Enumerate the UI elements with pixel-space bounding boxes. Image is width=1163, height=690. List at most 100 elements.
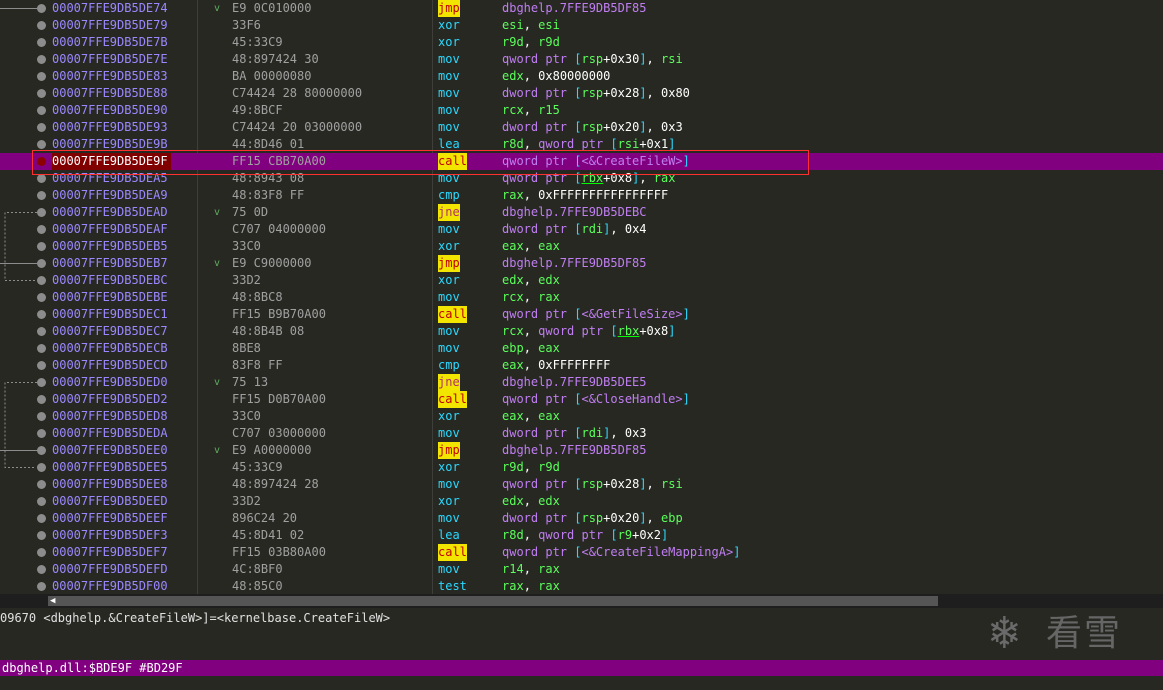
mnemonic: xor (438, 409, 460, 423)
instruction-row[interactable]: 00007FFE9DB5DE74 v E9 0C010000 jmp dbghelp.7… (0, 0, 1163, 17)
breakpoint-slot-icon[interactable] (37, 446, 46, 455)
instruction-row[interactable]: 00007FFE9DB5DE90 49:8BCF mov rcx, r15 (0, 102, 1163, 119)
breakpoint-slot-icon[interactable] (37, 310, 46, 319)
instruction-row[interactable]: 00007FFE9DB5DECD 83F8 FF cmp eax, 0xFFFFFFF… (0, 357, 1163, 374)
breakpoint-icon[interactable] (37, 157, 46, 166)
instruction-row[interactable]: 00007FFE9DB5DEBE 48:8BC8 mov rcx, rax (0, 289, 1163, 306)
breakpoint-slot-icon[interactable] (37, 361, 46, 370)
breakpoint-slot-icon[interactable] (37, 123, 46, 132)
breakpoint-slot-icon[interactable] (37, 531, 46, 540)
instruction-row[interactable]: 00007FFE9DB5DEE5 45:33C9 xor r9d, r9d (0, 459, 1163, 476)
breakpoint-slot-icon[interactable] (37, 548, 46, 557)
operands: dword ptr [rdi], 0x3 (502, 426, 647, 440)
breakpoint-slot-icon[interactable] (37, 106, 46, 115)
breakpoint-slot-icon[interactable] (37, 378, 46, 387)
instruction-row[interactable]: 00007FFE9DB5DE9F FF15 CBB70A00 call qword p… (0, 153, 1163, 170)
breakpoint-slot-icon[interactable] (37, 395, 46, 404)
mnemonic: jne (438, 374, 460, 391)
breakpoint-slot-icon[interactable] (37, 38, 46, 47)
operands: eax, eax (502, 409, 560, 423)
mnemonic: jmp (438, 442, 460, 459)
instruction-row[interactable]: 00007FFE9DB5DE79 33F6 xor esi, esi (0, 17, 1163, 34)
breakpoint-slot-icon[interactable] (37, 565, 46, 574)
disassembly-view[interactable]: 00007FFE9DB5DE74 v E9 0C010000 jmp dbghelp.7… (0, 0, 1163, 594)
operands: eax, eax (502, 239, 560, 253)
mnemonic: jmp (438, 0, 460, 17)
instruction-row[interactable]: 00007FFE9DB5DEAF C707 04000000 mov dword pt… (0, 221, 1163, 238)
instruction-row[interactable]: 00007FFE9DB5DE83 BA 00000080 mov edx, 0x800… (0, 68, 1163, 85)
breakpoint-slot-icon[interactable] (37, 497, 46, 506)
operands: esi, esi (502, 18, 560, 32)
instruction-row[interactable]: 00007FFE9DB5DECB 8BE8 mov ebp, eax (0, 340, 1163, 357)
instruction-row[interactable]: 00007FFE9DB5DEF7 FF15 03B80A00 call qword p… (0, 544, 1163, 561)
breakpoint-slot-icon[interactable] (37, 242, 46, 251)
breakpoint-slot-icon[interactable] (37, 21, 46, 30)
opcode-bytes: 49:8BCF (232, 103, 283, 117)
instruction-row[interactable]: 00007FFE9DB5DEDA C707 03000000 mov dword pt… (0, 425, 1163, 442)
instruction-row[interactable]: 00007FFE9DB5DEED 33D2 xor edx, edx (0, 493, 1163, 510)
instruction-row[interactable]: 00007FFE9DB5DEFD 4C:8BF0 mov r14, rax (0, 561, 1163, 578)
address: 00007FFE9DB5DEAD (52, 205, 168, 219)
breakpoint-slot-icon[interactable] (37, 327, 46, 336)
breakpoint-slot-icon[interactable] (37, 55, 46, 64)
address: 00007FFE9DB5DED2 (52, 392, 168, 406)
breakpoint-slot-icon[interactable] (37, 174, 46, 183)
breakpoint-slot-icon[interactable] (37, 412, 46, 421)
breakpoint-slot-icon[interactable] (37, 191, 46, 200)
breakpoint-slot-icon[interactable] (37, 72, 46, 81)
instruction-row[interactable]: 00007FFE9DB5DEEF 896C24 20 mov dword ptr [r… (0, 510, 1163, 527)
opcode-bytes: 83F8 FF (232, 358, 283, 372)
instruction-row[interactable]: 00007FFE9DB5DEF3 45:8D41 02 lea r8d, qword … (0, 527, 1163, 544)
breakpoint-slot-icon[interactable] (37, 429, 46, 438)
breakpoint-slot-icon[interactable] (37, 480, 46, 489)
scrollbar-thumb[interactable] (48, 596, 938, 606)
breakpoint-slot-icon[interactable] (37, 463, 46, 472)
instruction-row[interactable]: 00007FFE9DB5DE7B 45:33C9 xor r9d, r9d (0, 34, 1163, 51)
breakpoint-slot-icon[interactable] (37, 89, 46, 98)
breakpoint-slot-icon[interactable] (37, 259, 46, 268)
breakpoint-slot-icon[interactable] (37, 225, 46, 234)
mnemonic: mov (438, 103, 460, 117)
operands: dbghelp.7FFE9DB5DF85 (502, 1, 647, 15)
opcode-bytes: 48:85C0 (232, 579, 283, 593)
breakpoint-slot-icon[interactable] (37, 582, 46, 591)
address: 00007FFE9DB5DE88 (52, 86, 168, 100)
address: 00007FFE9DB5DEFD (52, 562, 168, 576)
instruction-row[interactable]: 00007FFE9DB5DEE8 48:897424 28 mov qword ptr… (0, 476, 1163, 493)
instruction-row[interactable]: 00007FFE9DB5DE7E 48:897424 30 mov qword ptr… (0, 51, 1163, 68)
instruction-row[interactable]: 00007FFE9DB5DED0 v 75 13 jne dbghelp.7FFE9DB… (0, 374, 1163, 391)
operands: qword ptr [rsp+0x28], rsi (502, 477, 683, 491)
instruction-row[interactable]: 00007FFE9DB5DE88 C74424 28 80000000 mov dwo… (0, 85, 1163, 102)
breakpoint-slot-icon[interactable] (37, 276, 46, 285)
mnemonic: xor (438, 273, 460, 287)
instruction-row[interactable]: 00007FFE9DB5DED2 FF15 D0B70A00 call qword p… (0, 391, 1163, 408)
instruction-row[interactable]: 00007FFE9DB5DEE0 v E9 A0000000 jmp dbghelp.7… (0, 442, 1163, 459)
breakpoint-slot-icon[interactable] (37, 293, 46, 302)
breakpoint-slot-icon[interactable] (37, 514, 46, 523)
breakpoint-slot-icon[interactable] (37, 344, 46, 353)
instruction-row[interactable]: 00007FFE9DB5DEB7 v E9 C9000000 jmp dbghelp.7… (0, 255, 1163, 272)
instruction-row[interactable]: 00007FFE9DB5DF00 48:85C0 test rax, rax (0, 578, 1163, 594)
scroll-left-icon[interactable]: ◀ (50, 594, 55, 608)
status-text: dbghelp.dll:$BDE9F #BD29F (2, 661, 183, 675)
address: 00007FFE9DB5DEA5 (52, 171, 168, 185)
instruction-row[interactable]: 00007FFE9DB5DE93 C74424 20 03000000 mov dwo… (0, 119, 1163, 136)
address: 00007FFE9DB5DE74 (52, 1, 168, 15)
address: 00007FFE9DB5DEF7 (52, 545, 168, 559)
instruction-row[interactable]: 00007FFE9DB5DED8 33C0 xor eax, eax (0, 408, 1163, 425)
address: 00007FFE9DB5DE7E (52, 52, 168, 66)
instruction-row[interactable]: 00007FFE9DB5DEA5 48:8943 08 mov qword ptr [… (0, 170, 1163, 187)
instruction-row[interactable]: 00007FFE9DB5DEB5 33C0 xor eax, eax (0, 238, 1163, 255)
breakpoint-slot-icon[interactable] (37, 4, 46, 13)
horizontal-scrollbar[interactable]: ◀ (0, 594, 1163, 608)
breakpoint-slot-icon[interactable] (37, 140, 46, 149)
operands: dbghelp.7FFE9DB5DF85 (502, 443, 647, 457)
instruction-row[interactable]: 00007FFE9DB5DEA9 48:83F8 FF cmp rax, 0xFFFF… (0, 187, 1163, 204)
instruction-row[interactable]: 00007FFE9DB5DEBC 33D2 xor edx, edx (0, 272, 1163, 289)
breakpoint-slot-icon[interactable] (37, 208, 46, 217)
instruction-row[interactable]: 00007FFE9DB5DEAD v 75 0D jne dbghelp.7FFE9DB… (0, 204, 1163, 221)
operands: qword ptr [<&CreateFileMappingA>] (502, 545, 741, 559)
instruction-row[interactable]: 00007FFE9DB5DE9B 44:8D46 01 lea r8d, qword … (0, 136, 1163, 153)
instruction-row[interactable]: 00007FFE9DB5DEC7 48:8B4B 08 mov rcx, qword … (0, 323, 1163, 340)
instruction-row[interactable]: 00007FFE9DB5DEC1 FF15 B9B70A00 call qword p… (0, 306, 1163, 323)
